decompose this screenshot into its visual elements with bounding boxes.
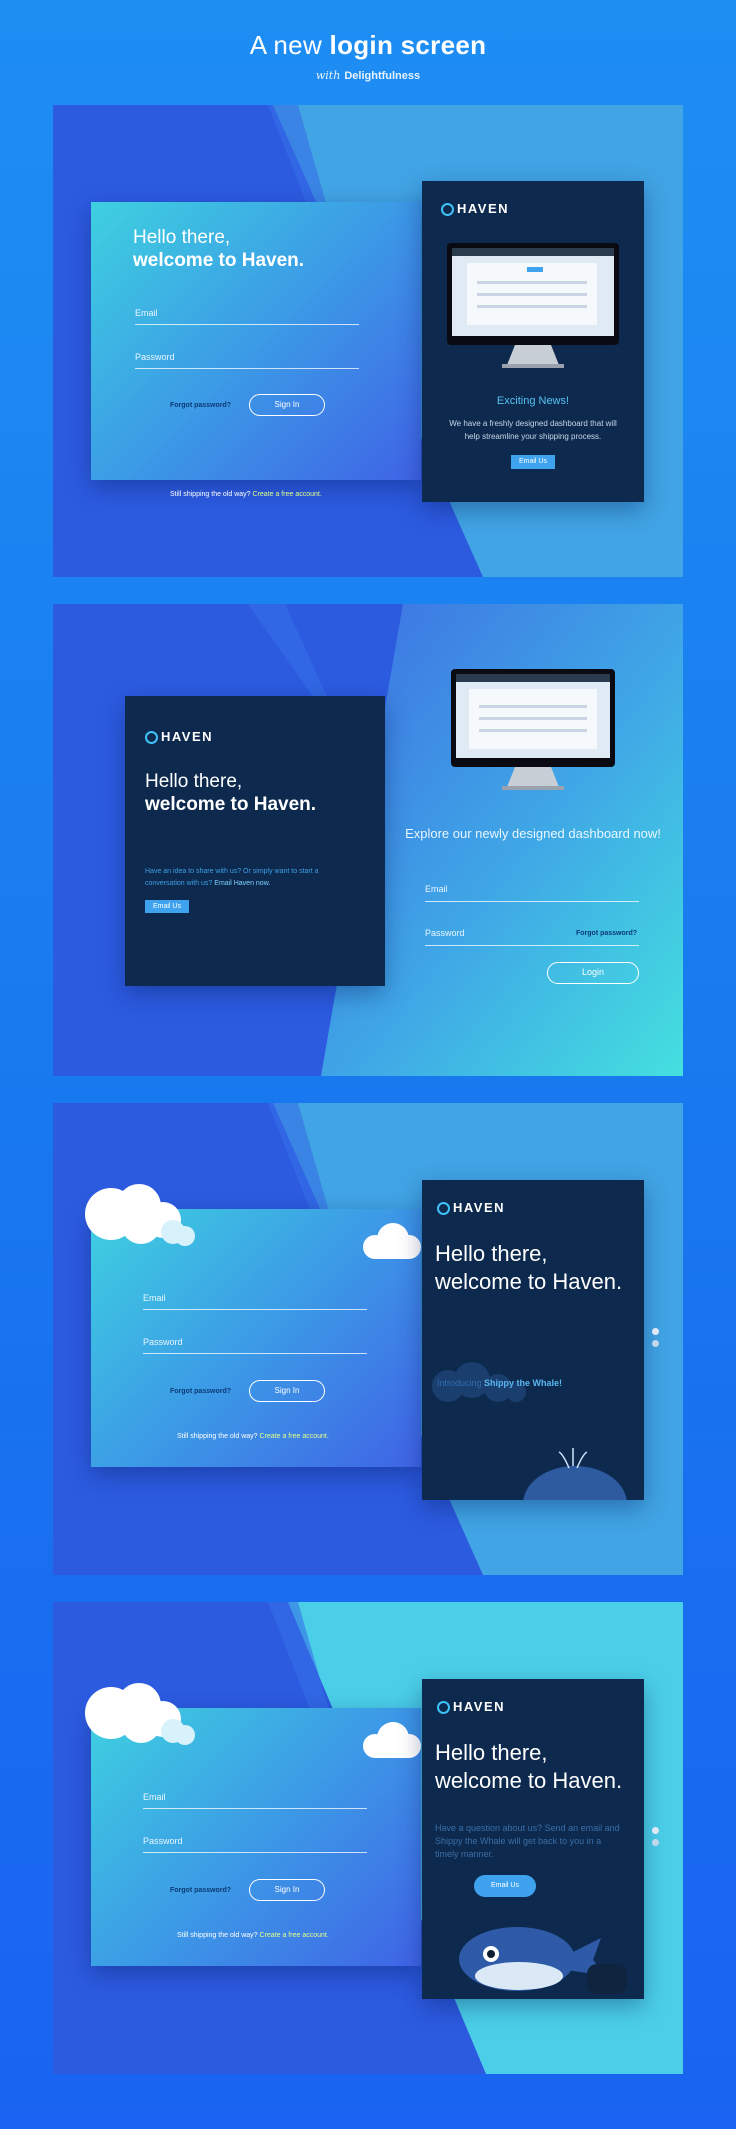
sign-in-button[interactable]: Sign In <box>249 1380 325 1402</box>
forgot-password-link[interactable]: Forgot password? <box>170 1887 231 1894</box>
email-field[interactable] <box>143 1808 367 1809</box>
haven-logo-icon <box>437 1701 450 1715</box>
showcase-panel-1: Hello there, welcome to Haven. Email Pass… <box>53 105 683 577</box>
password-label: Password <box>425 928 465 938</box>
showcase-panel-4: Email Password Forgot password? Sign In … <box>53 1602 683 2074</box>
login-card: Hello there, welcome to Haven. Email Pass… <box>91 202 421 480</box>
password-label: Password <box>143 1337 183 1347</box>
email-us-button[interactable]: Email Us <box>474 1875 536 1897</box>
password-field[interactable] <box>425 945 639 946</box>
create-account-link[interactable]: Create a free account. <box>260 1932 329 1939</box>
haven-logo: HAVEN <box>441 201 509 217</box>
email-us-button[interactable]: Email Us <box>511 455 555 469</box>
password-label: Password <box>143 1836 183 1846</box>
password-label: Password <box>135 352 175 362</box>
haven-logo-icon <box>441 203 454 217</box>
contact-card: HAVEN Hello there, welcome to Haven. Have… <box>125 696 385 986</box>
haven-logo-icon <box>145 731 158 745</box>
cloud-icon <box>85 1683 195 1745</box>
greeting: Hello there, welcome to Haven. <box>145 771 317 815</box>
login-button[interactable]: Login <box>547 962 639 984</box>
greeting: Hello there, welcome to Haven. <box>133 227 305 271</box>
email-field[interactable] <box>135 324 359 325</box>
haven-logo: HAVEN <box>145 729 213 745</box>
forgot-password-link[interactable]: Forgot password? <box>576 930 637 937</box>
cloud-icon <box>363 1722 421 1758</box>
showcase-panel-2: HAVEN Hello there, welcome to Haven. Have… <box>53 604 683 1076</box>
password-field[interactable] <box>143 1852 367 1853</box>
email-field[interactable] <box>425 901 639 902</box>
contact-message: Have an idea to share with us? Or simply… <box>145 868 319 887</box>
greeting: Hello there, welcome to Haven. <box>435 1740 623 1793</box>
news-title: Exciting News! <box>496 395 570 407</box>
promo-card: HAVEN Hello there, welcome to Haven. Intr… <box>422 1180 644 1500</box>
news-body: We have a freshly designed dashboard tha… <box>449 419 617 441</box>
cloud-icon <box>85 1184 195 1246</box>
page-subtitle: with Delightfulness <box>315 69 421 82</box>
whale-icon <box>459 1927 627 1994</box>
cloud-icon <box>363 1223 421 1259</box>
haven-logo: HAVEN <box>437 1699 505 1715</box>
email-field[interactable] <box>143 1309 367 1310</box>
carousel-dots[interactable] <box>652 1827 659 1851</box>
signup-footer: Still shipping the old way? Create a fre… <box>177 1932 329 1939</box>
monitor-icon <box>451 669 615 790</box>
page-title: A new login screen <box>249 30 487 60</box>
carousel-dots[interactable] <box>652 1328 659 1352</box>
haven-logo: HAVEN <box>437 1200 505 1216</box>
email-haven-link[interactable]: Email Haven now. <box>214 880 270 887</box>
forgot-password-link[interactable]: Forgot password? <box>170 1388 231 1395</box>
email-label: Email <box>143 1792 166 1802</box>
sign-in-button[interactable]: Sign In <box>249 1879 325 1901</box>
greeting: Hello there, welcome to Haven. <box>435 1241 623 1294</box>
create-account-link[interactable]: Create a free account. <box>260 1433 329 1440</box>
explore-text: Explore our newly designed dashboard now… <box>405 826 661 841</box>
intro-text: Introducing Shippy the Whale! <box>437 1378 563 1388</box>
email-label: Email <box>143 1293 166 1303</box>
news-card: HAVEN Exciting News! We have a freshly d… <box>422 181 644 502</box>
password-field[interactable] <box>143 1353 367 1354</box>
email-us-button[interactable]: Email Us <box>145 900 189 913</box>
monitor-icon <box>447 243 619 368</box>
sign-in-button[interactable]: Sign In <box>249 394 325 416</box>
whale-icon <box>523 1448 627 1500</box>
haven-logo-icon <box>437 1202 450 1216</box>
email-label: Email <box>135 308 158 318</box>
contact-message: Have a question about us? Send an email … <box>435 1823 620 1859</box>
signup-footer: Still shipping the old way? Create a fre… <box>177 1433 329 1440</box>
showcase-panel-3: Email Password Forgot password? Sign In … <box>53 1103 683 1575</box>
contact-card: HAVEN Hello there, welcome to Haven. Have… <box>422 1679 644 1999</box>
shippy-link[interactable]: Shippy the Whale! <box>484 1378 562 1388</box>
create-account-link[interactable]: Create a free account. <box>253 491 322 498</box>
forgot-password-link[interactable]: Forgot password? <box>170 402 231 409</box>
signup-footer: Still shipping the old way? Create a fre… <box>170 491 322 498</box>
email-label: Email <box>425 884 448 894</box>
password-field[interactable] <box>135 368 359 369</box>
